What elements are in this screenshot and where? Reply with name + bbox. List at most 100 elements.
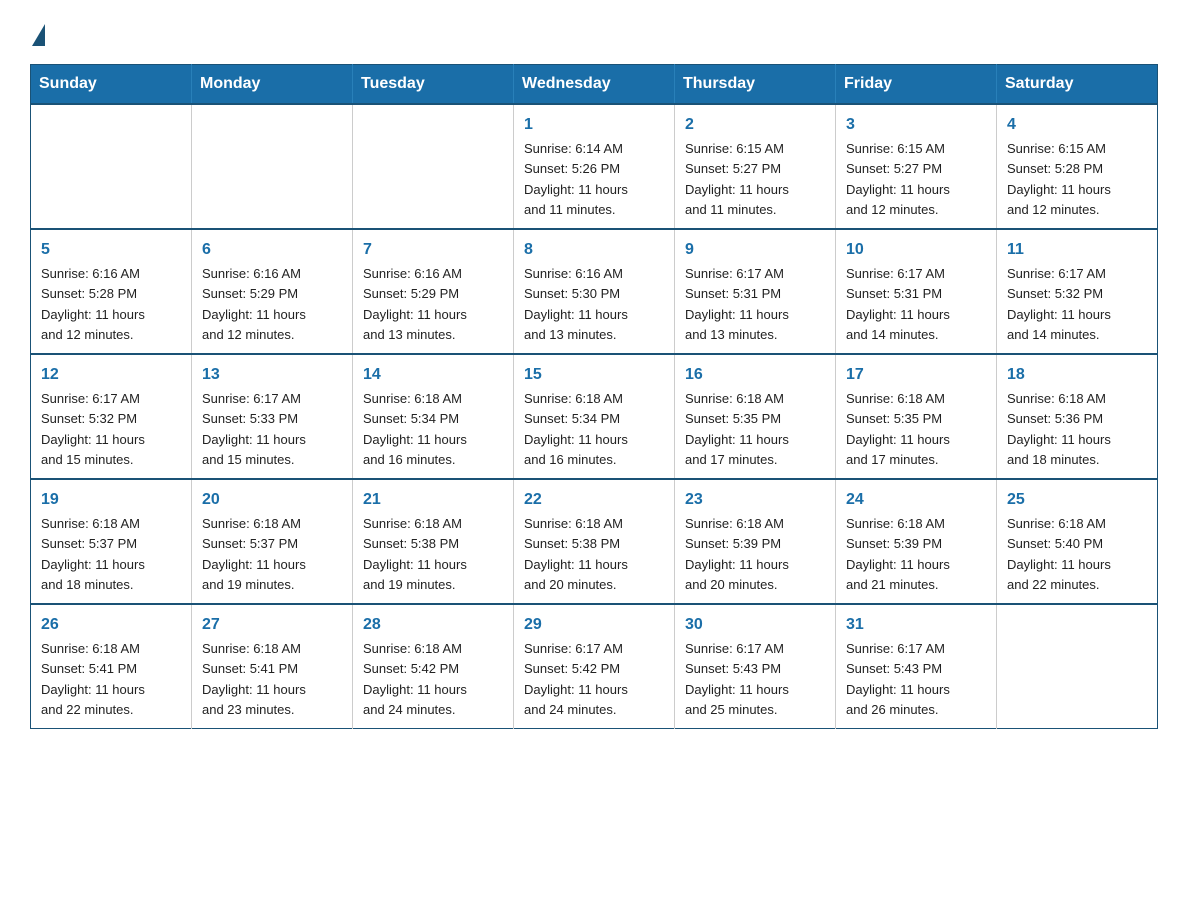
day-info: Sunrise: 6:14 AM Sunset: 5:26 PM Dayligh… [524,141,628,217]
calendar-day-cell: 29 Sunrise: 6:17 AM Sunset: 5:42 PM Dayli… [514,604,675,729]
calendar-day-cell: 9Sunrise: 6:17 AM Sunset: 5:31 PM Daylig… [675,229,836,354]
day-number: 6 [202,238,342,262]
day-number: 24 [846,488,986,512]
day-number: 25 [1007,488,1147,512]
header [30,20,1158,46]
day-info: Sunrise: 6:16 AM Sunset: 5:28 PM Dayligh… [41,266,145,342]
calendar-day-cell: 7 Sunrise: 6:16 AM Sunset: 5:29 PM Daylig… [353,229,514,354]
day-info: Sunrise: 6:16 AM Sunset: 5:29 PM Dayligh… [202,266,306,342]
day-number: 31 [846,613,986,637]
calendar-day-cell: 21 Sunrise: 6:18 AM Sunset: 5:38 PM Dayli… [353,479,514,604]
day-info: Sunrise: 6:17 AM Sunset: 5:32 PM Dayligh… [1007,266,1111,342]
calendar-day-cell: 17 Sunrise: 6:18 AM Sunset: 5:35 PM Dayli… [836,354,997,479]
calendar-day-cell: 4Sunrise: 6:15 AM Sunset: 5:28 PM Daylig… [997,104,1158,229]
day-info: Sunrise: 6:18 AM Sunset: 5:40 PM Dayligh… [1007,516,1111,592]
day-of-week-header-wednesday: Wednesday [514,65,675,105]
day-number: 28 [363,613,503,637]
day-number: 17 [846,363,986,387]
day-number: 15 [524,363,664,387]
day-info: Sunrise: 6:17 AM Sunset: 5:31 PM Dayligh… [685,266,789,342]
calendar-day-cell: 15 Sunrise: 6:18 AM Sunset: 5:34 PM Dayli… [514,354,675,479]
day-number: 18 [1007,363,1147,387]
day-number: 23 [685,488,825,512]
calendar-table: SundayMondayTuesdayWednesdayThursdayFrid… [30,64,1158,729]
day-info: Sunrise: 6:18 AM Sunset: 5:34 PM Dayligh… [363,391,467,467]
calendar-header-row: SundayMondayTuesdayWednesdayThursdayFrid… [31,65,1158,105]
day-info: Sunrise: 6:18 AM Sunset: 5:41 PM Dayligh… [41,641,145,717]
day-info: Sunrise: 6:16 AM Sunset: 5:29 PM Dayligh… [363,266,467,342]
day-info: Sunrise: 6:18 AM Sunset: 5:42 PM Dayligh… [363,641,467,717]
calendar-empty-cell [353,104,514,229]
day-info: Sunrise: 6:18 AM Sunset: 5:36 PM Dayligh… [1007,391,1111,467]
calendar-day-cell: 1 Sunrise: 6:14 AM Sunset: 5:26 PM Daylig… [514,104,675,229]
calendar-day-cell: 6 Sunrise: 6:16 AM Sunset: 5:29 PM Daylig… [192,229,353,354]
calendar-day-cell: 24 Sunrise: 6:18 AM Sunset: 5:39 PM Dayli… [836,479,997,604]
day-number: 5 [41,238,181,262]
calendar-day-cell: 8 Sunrise: 6:16 AM Sunset: 5:30 PM Daylig… [514,229,675,354]
day-of-week-header-saturday: Saturday [997,65,1158,105]
calendar-week-row: 1 Sunrise: 6:14 AM Sunset: 5:26 PM Daylig… [31,104,1158,229]
calendar-empty-cell [997,604,1158,729]
logo [30,20,47,46]
day-number: 13 [202,363,342,387]
day-info: Sunrise: 6:16 AM Sunset: 5:30 PM Dayligh… [524,266,628,342]
calendar-week-row: 19 Sunrise: 6:18 AM Sunset: 5:37 PM Dayli… [31,479,1158,604]
day-info: Sunrise: 6:17 AM Sunset: 5:43 PM Dayligh… [846,641,950,717]
day-of-week-header-thursday: Thursday [675,65,836,105]
calendar-day-cell: 20Sunrise: 6:18 AM Sunset: 5:37 PM Dayli… [192,479,353,604]
day-info: Sunrise: 6:18 AM Sunset: 5:34 PM Dayligh… [524,391,628,467]
day-number: 21 [363,488,503,512]
day-number: 29 [524,613,664,637]
day-info: Sunrise: 6:17 AM Sunset: 5:43 PM Dayligh… [685,641,789,717]
day-number: 19 [41,488,181,512]
day-of-week-header-monday: Monday [192,65,353,105]
day-number: 27 [202,613,342,637]
calendar-day-cell: 13 Sunrise: 6:17 AM Sunset: 5:33 PM Dayli… [192,354,353,479]
day-of-week-header-tuesday: Tuesday [353,65,514,105]
day-info: Sunrise: 6:18 AM Sunset: 5:37 PM Dayligh… [202,516,306,592]
day-info: Sunrise: 6:18 AM Sunset: 5:35 PM Dayligh… [846,391,950,467]
day-info: Sunrise: 6:18 AM Sunset: 5:39 PM Dayligh… [685,516,789,592]
calendar-day-cell: 27 Sunrise: 6:18 AM Sunset: 5:41 PM Dayli… [192,604,353,729]
calendar-day-cell: 2Sunrise: 6:15 AM Sunset: 5:27 PM Daylig… [675,104,836,229]
calendar-day-cell: 16Sunrise: 6:18 AM Sunset: 5:35 PM Dayli… [675,354,836,479]
calendar-day-cell: 28 Sunrise: 6:18 AM Sunset: 5:42 PM Dayli… [353,604,514,729]
day-info: Sunrise: 6:17 AM Sunset: 5:42 PM Dayligh… [524,641,628,717]
day-number: 7 [363,238,503,262]
day-number: 11 [1007,238,1147,262]
day-info: Sunrise: 6:15 AM Sunset: 5:27 PM Dayligh… [846,141,950,217]
calendar-day-cell: 11 Sunrise: 6:17 AM Sunset: 5:32 PM Dayli… [997,229,1158,354]
day-number: 4 [1007,113,1147,137]
day-number: 2 [685,113,825,137]
day-number: 1 [524,113,664,137]
day-info: Sunrise: 6:18 AM Sunset: 5:41 PM Dayligh… [202,641,306,717]
calendar-empty-cell [31,104,192,229]
day-number: 12 [41,363,181,387]
calendar-day-cell: 18 Sunrise: 6:18 AM Sunset: 5:36 PM Dayli… [997,354,1158,479]
day-info: Sunrise: 6:17 AM Sunset: 5:31 PM Dayligh… [846,266,950,342]
day-number: 10 [846,238,986,262]
day-info: Sunrise: 6:18 AM Sunset: 5:39 PM Dayligh… [846,516,950,592]
day-number: 14 [363,363,503,387]
calendar-week-row: 26 Sunrise: 6:18 AM Sunset: 5:41 PM Dayli… [31,604,1158,729]
day-info: Sunrise: 6:17 AM Sunset: 5:32 PM Dayligh… [41,391,145,467]
calendar-week-row: 5 Sunrise: 6:16 AM Sunset: 5:28 PM Daylig… [31,229,1158,354]
calendar-day-cell: 26 Sunrise: 6:18 AM Sunset: 5:41 PM Dayli… [31,604,192,729]
day-number: 22 [524,488,664,512]
day-number: 26 [41,613,181,637]
logo-top [30,20,47,46]
logo-triangle-icon [32,24,45,46]
calendar-day-cell: 5 Sunrise: 6:16 AM Sunset: 5:28 PM Daylig… [31,229,192,354]
day-number: 3 [846,113,986,137]
calendar-day-cell: 23 Sunrise: 6:18 AM Sunset: 5:39 PM Dayli… [675,479,836,604]
day-number: 8 [524,238,664,262]
calendar-day-cell: 19 Sunrise: 6:18 AM Sunset: 5:37 PM Dayli… [31,479,192,604]
calendar-day-cell: 14 Sunrise: 6:18 AM Sunset: 5:34 PM Dayli… [353,354,514,479]
calendar-day-cell: 10 Sunrise: 6:17 AM Sunset: 5:31 PM Dayli… [836,229,997,354]
day-info: Sunrise: 6:18 AM Sunset: 5:38 PM Dayligh… [524,516,628,592]
calendar-day-cell: 12 Sunrise: 6:17 AM Sunset: 5:32 PM Dayli… [31,354,192,479]
day-info: Sunrise: 6:17 AM Sunset: 5:33 PM Dayligh… [202,391,306,467]
day-info: Sunrise: 6:18 AM Sunset: 5:38 PM Dayligh… [363,516,467,592]
day-info: Sunrise: 6:18 AM Sunset: 5:37 PM Dayligh… [41,516,145,592]
calendar-day-cell: 25 Sunrise: 6:18 AM Sunset: 5:40 PM Dayli… [997,479,1158,604]
